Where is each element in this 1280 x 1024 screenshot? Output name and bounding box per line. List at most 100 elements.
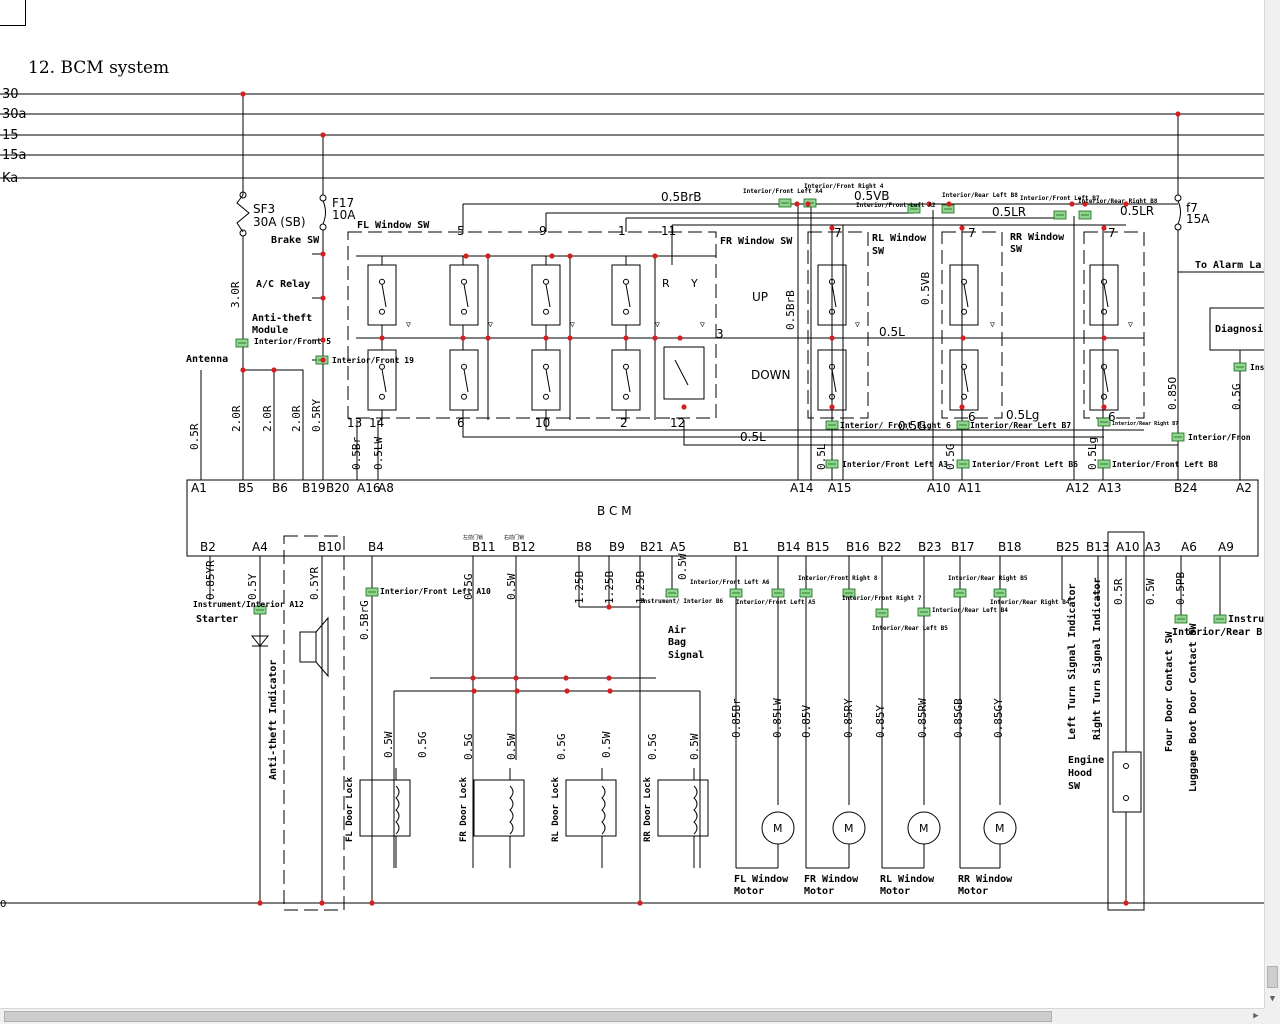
y-label: Y [690, 277, 698, 290]
junction-dot [1101, 335, 1107, 341]
wire-label: 0.85V [800, 705, 813, 738]
bcm-bottom-pin: A3 [1145, 540, 1161, 554]
switch-contact [379, 393, 385, 400]
junction-dot [794, 201, 800, 207]
junction-dot [1101, 404, 1107, 410]
connector-label: Interior/Rear Left B4 [932, 607, 1008, 614]
anti-theft-indicator-label: Anti-theft Indicator [267, 660, 279, 780]
led-icon: ▽ [990, 320, 995, 329]
motor-label: RL Window [880, 873, 935, 885]
door-lock-coil [601, 785, 606, 835]
wire-label: 0.5G [462, 574, 475, 601]
junction-dot [681, 404, 687, 410]
switch-contact [1123, 795, 1129, 801]
diagnosis-label: Diagnosi [1215, 323, 1263, 335]
bcm-top-pin: A16 [357, 481, 380, 495]
connector-label: Instrument/Interior A12 [193, 599, 304, 609]
ground-rail-label: 0 [0, 899, 6, 910]
connector-label: Interior/Rear Right B8 [1078, 198, 1158, 205]
bcm-bottom-pin: A4 [252, 540, 268, 554]
wire [674, 359, 689, 386]
junction-dot [463, 253, 469, 259]
vertical-scrollbar[interactable]: ▼ [1264, 0, 1280, 1008]
down-label: DOWN [751, 368, 791, 382]
motor-m: M [995, 822, 1005, 835]
junction-dot [240, 91, 246, 97]
wire-label: 0.85YR [204, 560, 217, 600]
rr-window-sw-label: RR Window [1010, 231, 1065, 243]
horizontal-scroll-thumb[interactable] [4, 1011, 1052, 1022]
led-icon: ▽ [406, 320, 411, 329]
wire-label: 1.25B [573, 571, 586, 604]
switch-pin: 13 [347, 416, 362, 430]
wire [381, 284, 387, 308]
scroll-down-arrow-icon[interactable]: ▼ [1267, 992, 1278, 1006]
wire-label: 0.5LR [1120, 204, 1154, 218]
junction-dot [513, 675, 519, 681]
fuse-link [1177, 200, 1181, 225]
bcm-bottom-pin: A9 [1218, 540, 1234, 554]
fuse-rating: 30A (SB) [253, 215, 306, 229]
junction-dot [319, 900, 325, 906]
vertical-scroll-thumb[interactable] [1267, 966, 1278, 988]
door-lock-label: FR Door Lock [459, 776, 469, 842]
right-turn-label: Right Turn Signal Indicator [1091, 577, 1103, 740]
wire [625, 284, 631, 308]
air-bag-label: Bag [668, 637, 686, 648]
junction-dot [607, 688, 613, 694]
wire [463, 284, 469, 308]
bcm-top-pin: A13 [1098, 481, 1121, 495]
switch-contact [461, 393, 467, 400]
bcm-bottom-pin: B16 [846, 540, 870, 554]
junction-dot [1175, 111, 1181, 117]
wire-label: 2.0R [230, 405, 243, 432]
wire-label: 0.5W [676, 553, 689, 580]
fuse-terminal [1174, 194, 1182, 202]
fl-window-sw-label: FL Window SW [357, 219, 430, 231]
junction-dot [652, 253, 658, 259]
switch-pin: 2 [620, 416, 628, 430]
wire-label: 0.85LW [771, 698, 784, 738]
switch-body [531, 264, 561, 326]
wire-label: 0.5G [462, 734, 475, 761]
motor-label: Motor [958, 886, 988, 897]
note: 左前门锁 [463, 534, 483, 541]
junction-dot [829, 404, 835, 410]
connector-label: Interior/Rear Right B4 [990, 599, 1070, 606]
rail-label: Ka [2, 171, 18, 186]
bcm-bottom-pin: B23 [918, 540, 942, 554]
bcm-bottom-pin: B8 [576, 540, 592, 554]
bcm-top-pin: B20 [326, 481, 350, 495]
bcm-bottom-pin: A10 [1116, 540, 1139, 554]
connector-label: Interior/Front Right 7 [842, 595, 922, 602]
wire-label: 0.5LR [992, 205, 1026, 219]
junction-dot [946, 201, 952, 207]
fr-switch-body [663, 346, 705, 400]
switch-pin: 14 [369, 416, 384, 430]
bcm-bottom-pin: B11 [472, 540, 496, 554]
junction-dot [652, 335, 658, 341]
switch-body [1089, 349, 1119, 411]
bcm-bottom-pin: B10 [318, 540, 342, 554]
wire-label: 0.5L [740, 430, 766, 444]
junction-dot [369, 900, 375, 906]
wire [963, 284, 969, 308]
switch-body [949, 349, 979, 411]
air-bag-label: Signal [668, 649, 704, 661]
buzzer-body [299, 631, 317, 663]
wire [545, 284, 551, 308]
door-lock-label: RL Door Lock [551, 776, 561, 842]
junction-dot [606, 604, 612, 610]
motor-label: FL Window [734, 873, 789, 885]
junction-dot [637, 900, 643, 906]
wire-label: 0.85GB [952, 698, 965, 738]
up-label: UP [752, 290, 768, 304]
wire [1103, 284, 1109, 308]
connector-label: Interior/Front 5 [254, 336, 331, 346]
connector-label: Interior/Rear Left B8 [942, 192, 1018, 199]
scroll-right-arrow-icon[interactable]: ▶ [1250, 1010, 1262, 1023]
led-icon: ▽ [570, 320, 575, 329]
horizontal-scrollbar[interactable]: ▶ [0, 1008, 1264, 1024]
fuse-terminal [319, 194, 327, 202]
switch-contact [379, 363, 385, 370]
